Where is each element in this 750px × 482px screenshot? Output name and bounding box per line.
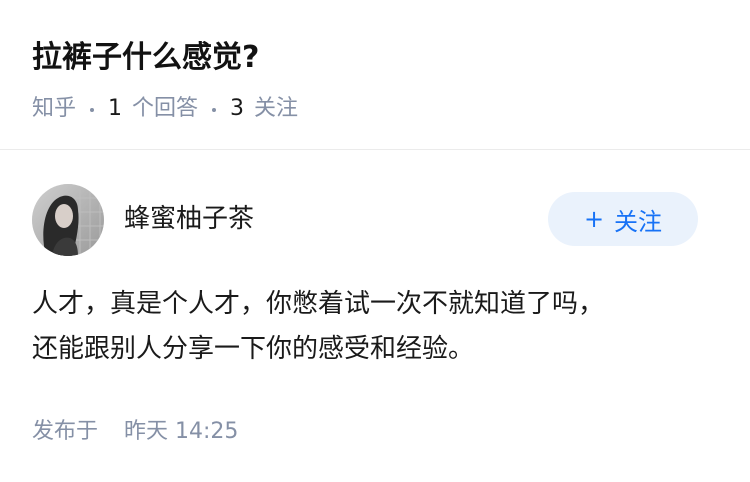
answer-count: 1	[108, 96, 123, 121]
published-label: 发布于	[32, 419, 99, 444]
answer-count-label[interactable]: 个回答	[132, 92, 198, 126]
answer-page: 拉裤子什么感觉? 知乎 1 个回答 3 关注 蜂蜜柚子茶 + 关注 人才，真是个…	[0, 0, 750, 482]
author-avatar[interactable]	[32, 184, 104, 256]
question-meta: 知乎 1 个回答 3 关注	[32, 92, 298, 126]
follower-count-label[interactable]: 关注	[254, 92, 298, 126]
plus-icon: +	[583, 205, 605, 233]
answer-content[interactable]: 人才，真是个人才，你憋着试一次不就知道了吗， 还能跟别人分享一下你的感受和经验。	[32, 282, 722, 372]
answer-content-line: 人才，真是个人才，你憋着试一次不就知道了吗，	[32, 289, 605, 319]
answer-content-line: 还能跟别人分享一下你的感受和经验。	[32, 334, 475, 364]
follow-button[interactable]: + 关注	[548, 192, 698, 246]
separator-dot	[212, 108, 217, 112]
avatar-image	[32, 184, 104, 256]
question-header: 拉裤子什么感觉? 知乎 1 个回答 3 关注	[0, 0, 750, 150]
separator-dot	[90, 108, 95, 112]
follower-count: 3	[230, 96, 245, 121]
author-name[interactable]: 蜂蜜柚子茶	[124, 201, 254, 237]
question-title[interactable]: 拉裤子什么感觉?	[32, 36, 259, 80]
source-label[interactable]: 知乎	[32, 92, 76, 126]
published-time-value: 昨天 14:25	[124, 419, 239, 444]
published-time: 发布于 昨天 14:25	[32, 415, 238, 449]
follow-button-label: 关注	[614, 207, 663, 236]
